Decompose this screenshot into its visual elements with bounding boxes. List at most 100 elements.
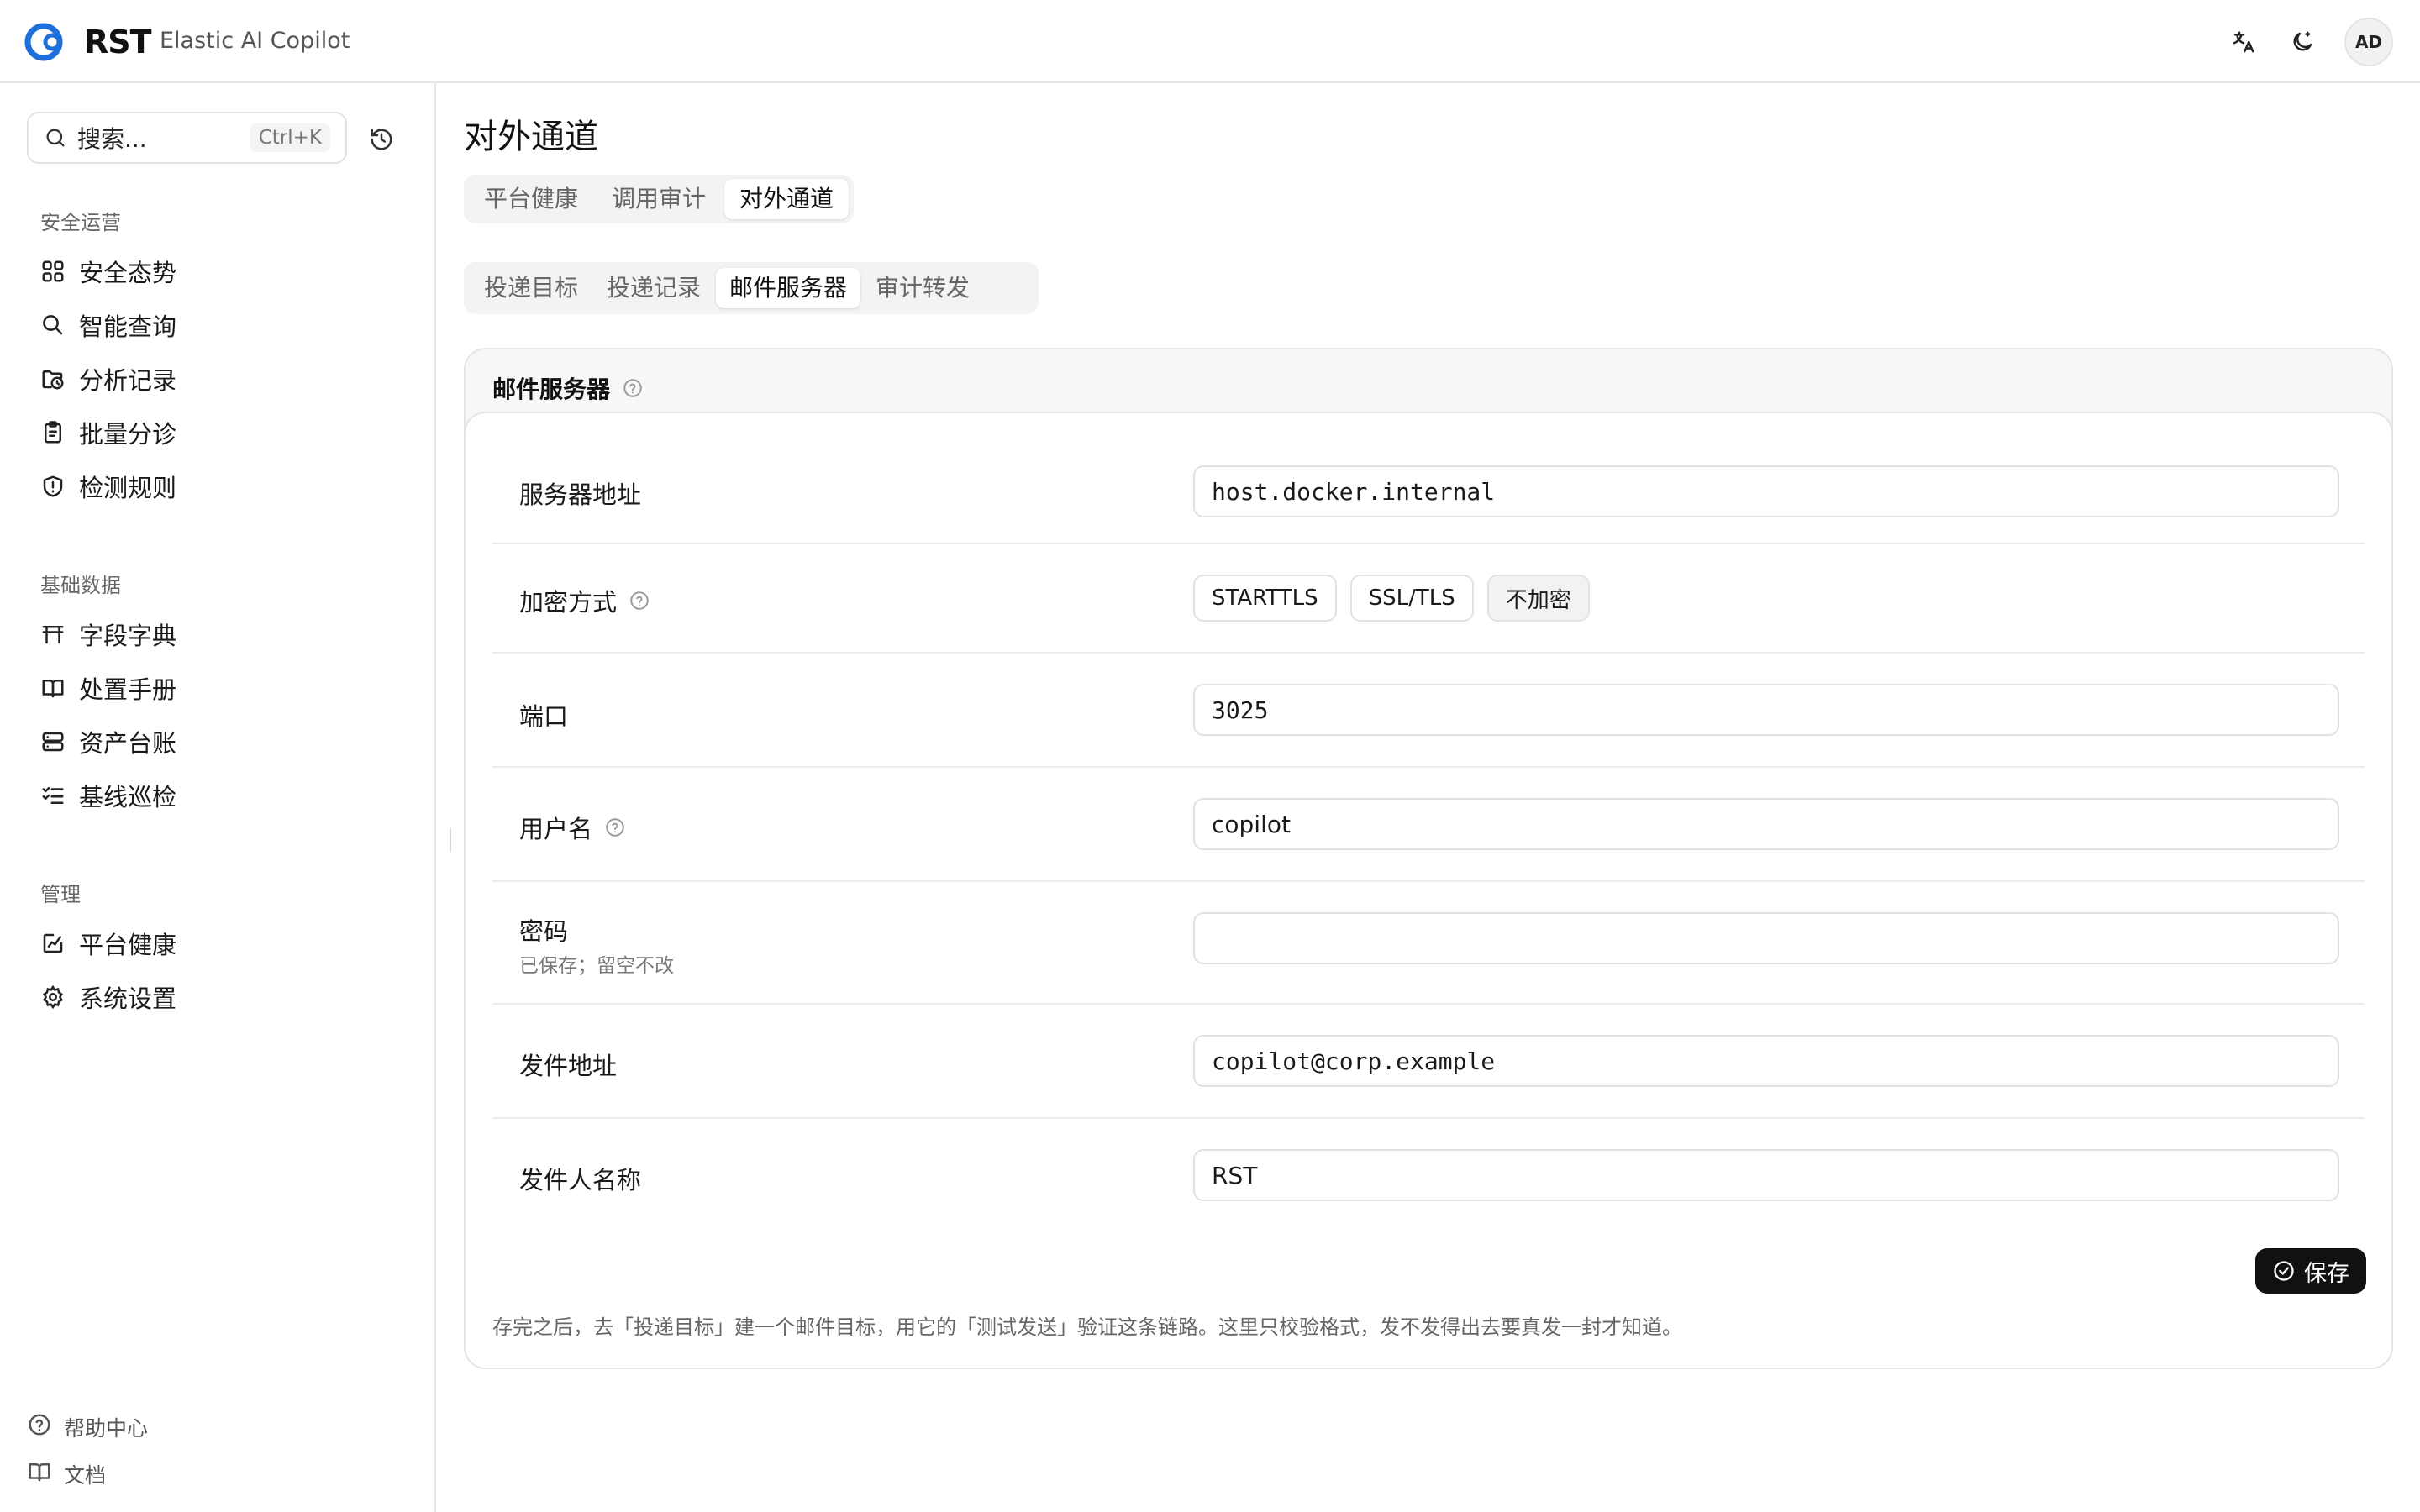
theme-toggle-icon[interactable] — [2286, 25, 2319, 59]
help-icon[interactable] — [629, 590, 650, 612]
logo-text: RST — [84, 24, 152, 60]
search-icon — [46, 129, 65, 147]
sidebar-item-batch-triage[interactable]: 批量分诊 — [39, 412, 176, 453]
username-field[interactable]: copilot — [1193, 798, 2339, 850]
app-name: Elastic AI Copilot — [160, 28, 350, 54]
help-center-link[interactable]: 帮助中心 — [27, 1409, 148, 1446]
search-icon — [39, 311, 67, 339]
host-label: 服务器地址 — [519, 480, 642, 509]
gear-icon — [39, 983, 67, 1011]
sidebar-item-field-dictionary[interactable]: 字段字典 — [39, 614, 176, 654]
help-note: 存完之后，去「投递目标」建一个邮件目标，用它的「测试发送」验证这条链路。这里只校… — [492, 1315, 1682, 1339]
docs-link[interactable]: 文档 — [27, 1456, 106, 1493]
sidebar-item-analysis-records[interactable]: 分析记录 — [39, 359, 176, 399]
sidebar-item-label: 资产台账 — [79, 729, 177, 758]
server-icon — [39, 727, 67, 756]
from-address-field[interactable]: copilot@corp.example — [1193, 1035, 2339, 1087]
from-address-label: 发件地址 — [519, 1052, 618, 1080]
subtab-mail-server[interactable]: 邮件服务器 — [716, 268, 861, 308]
grid-icon — [39, 257, 67, 286]
form-row-host: 服务器地址 host.docker.internal — [492, 438, 2365, 544]
sidebar-item-playbook[interactable]: 处置手册 — [39, 668, 176, 708]
group-title-management: 管理 — [40, 883, 81, 906]
search-shortcut: Ctrl+K — [250, 123, 330, 152]
rst-logo-icon — [24, 23, 63, 61]
help-center-label: 帮助中心 — [64, 1416, 149, 1441]
username-label: 用户名 — [519, 810, 626, 845]
sidebar-item-label: 字段字典 — [79, 622, 177, 650]
sidebar-item-label: 检测规则 — [79, 474, 177, 502]
sidebar-item-label: 处置手册 — [79, 675, 177, 704]
encryption-selector: STARTTLS SSL/TLS 不加密 — [1193, 575, 1590, 622]
form-row-username: 用户名 copilot — [492, 768, 2365, 882]
check-circle-icon — [2274, 1261, 2294, 1281]
tab-call-audit[interactable]: 调用审计 — [597, 179, 721, 219]
sidebar-item-label: 分析记录 — [79, 366, 177, 395]
top-bar: RST Elastic AI Copilot AD — [0, 0, 2420, 83]
help-circle-icon — [27, 1412, 52, 1442]
form-row-encryption: 加密方式 STARTTLS SSL/TLS 不加密 — [492, 544, 2365, 654]
docs-label: 文档 — [64, 1463, 107, 1488]
form-row-port: 端口 3025 — [492, 654, 2365, 768]
tab-external-channels[interactable]: 对外通道 — [724, 179, 850, 219]
group-title-base-data: 基础数据 — [40, 574, 121, 597]
sidebar-item-label: 系统设置 — [79, 984, 177, 1013]
sidebar-item-detection-rules[interactable]: 检测规则 — [39, 466, 176, 507]
page-title: 对外通道 — [464, 118, 598, 156]
host-field[interactable]: host.docker.internal — [1193, 465, 2339, 517]
form-row-from-address: 发件地址 copilot@corp.example — [492, 1005, 2365, 1119]
password-label: 密码 — [519, 917, 569, 946]
clipboard-icon — [39, 418, 67, 447]
list-checks-icon — [39, 781, 67, 810]
help-icon[interactable] — [622, 377, 644, 399]
table-icon — [39, 620, 67, 648]
sidebar-item-system-settings[interactable]: 系统设置 — [39, 977, 176, 1017]
book-icon — [27, 1459, 52, 1489]
form-row-password: 密码 已保存；留空不改 — [492, 882, 2365, 1005]
mail-server-form: 服务器地址 host.docker.internal 加密方式 STARTTLS… — [464, 412, 2393, 1369]
subtab-delivery-targets[interactable]: 投递目标 — [471, 268, 592, 308]
form-row-sender-name: 发件人名称 RST — [492, 1119, 2365, 1233]
encryption-option-starttls[interactable]: STARTTLS — [1193, 575, 1337, 622]
tab-platform-health[interactable]: 平台健康 — [469, 179, 593, 219]
sidebar-item-label: 安全态势 — [79, 259, 177, 287]
sidebar-item-security-posture[interactable]: 安全态势 — [39, 251, 176, 291]
mail-server-card: 邮件服务器 服务器地址 host.docker.internal 加密方式 ST… — [464, 348, 2393, 1369]
password-hint: 已保存；留空不改 — [519, 955, 674, 977]
main-tabs: 平台健康 调用审计 对外通道 — [464, 175, 855, 223]
port-label: 端口 — [519, 702, 569, 731]
sidebar-item-smart-query[interactable]: 智能查询 — [39, 305, 176, 345]
sidebar-item-label: 智能查询 — [79, 312, 177, 341]
save-button[interactable]: 保存 — [2255, 1248, 2366, 1294]
sidebar-item-label: 平台健康 — [79, 931, 177, 959]
book-open-icon — [39, 674, 67, 702]
sidebar-resize-handle[interactable] — [450, 827, 453, 853]
avatar[interactable]: AD — [2344, 18, 2393, 66]
encryption-option-ssl-tls[interactable]: SSL/TLS — [1349, 575, 1474, 622]
activity-chart-icon — [39, 929, 67, 958]
encryption-option-none[interactable]: 不加密 — [1486, 575, 1590, 622]
sidebar-item-asset-ledger[interactable]: 资产台账 — [39, 722, 176, 762]
sidebar: 搜索... Ctrl+K 安全运营 安全态势 智能查询 分析记录 批量分诊 检测… — [0, 83, 436, 1512]
app-logo[interactable]: RST — [24, 20, 152, 64]
group-title-security-ops: 安全运营 — [40, 211, 121, 234]
subtab-audit-forwarding[interactable]: 审计转发 — [862, 268, 983, 308]
sender-name-label: 发件人名称 — [519, 1166, 642, 1194]
sidebar-item-label: 基线巡检 — [79, 783, 177, 811]
port-field[interactable]: 3025 — [1193, 684, 2339, 736]
help-icon[interactable] — [604, 816, 626, 838]
folder-clock-icon — [39, 365, 67, 393]
search-input[interactable]: 搜索... Ctrl+K — [27, 112, 347, 164]
translate-icon[interactable] — [2227, 25, 2260, 59]
history-icon[interactable] — [366, 123, 397, 155]
save-label: 保存 — [2304, 1260, 2349, 1287]
sidebar-item-platform-health[interactable]: 平台健康 — [39, 923, 176, 963]
subtab-delivery-records[interactable]: 投递记录 — [593, 268, 714, 308]
encryption-label: 加密方式 — [519, 583, 650, 618]
card-title: 邮件服务器 — [492, 375, 611, 403]
search-placeholder: 搜索... — [77, 125, 147, 153]
sender-name-field[interactable]: RST — [1193, 1149, 2339, 1201]
password-field[interactable] — [1193, 912, 2339, 964]
sidebar-item-label: 批量分诊 — [79, 420, 177, 449]
sidebar-item-baseline-inspection[interactable]: 基线巡检 — [39, 775, 176, 816]
